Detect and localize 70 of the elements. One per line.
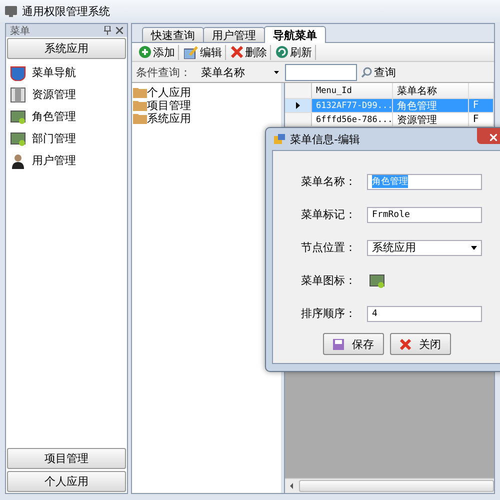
table-cell: F [473,114,479,125]
folder-icon [133,87,147,98]
field-label: 菜单图标： [301,273,357,288]
sidebar-item[interactable]: 用户管理 [30,152,76,169]
table-cell: 6132AF77-D99... [316,100,392,110]
close-icon [490,134,496,141]
sidebar-item[interactable]: 部门管理 [30,130,76,147]
dialog-button[interactable]: 保存 [323,333,384,355]
tree-node[interactable]: 个人应用 [147,85,191,100]
section-button[interactable]: 个人应用 [7,471,126,492]
scrollbar-thumb[interactable] [299,480,494,492]
table-cell-text: 角色管理 [397,100,437,112]
dropdown[interactable]: 系统应用 [367,240,482,256]
sidebar-item[interactable]: 角色管理 [30,108,76,125]
tab[interactable]: 导航菜单 [264,26,326,43]
filter-label: 条件查询： [136,64,191,80]
search-button[interactable]: 查询 [361,64,396,80]
close-icon[interactable] [116,27,123,34]
column-icon [10,86,26,102]
pin-icon[interactable] [104,26,111,35]
plus-icon [139,46,151,58]
close-icon [400,338,411,350]
field-label: 排序顺序： [301,306,357,321]
sidebar-item[interactable]: 菜单导航 [30,64,76,81]
dialog-button[interactable]: 关闭 [390,333,451,355]
search-field[interactable] [285,64,357,80]
toolbar-button[interactable]: 删除 [228,44,271,60]
dialog-icon [274,134,285,144]
column-header[interactable]: Menu_Id [316,86,352,96]
input-field[interactable]: FrmRole [367,206,482,222]
image-icon [10,108,26,124]
column-header[interactable]: 菜单名称 [397,84,437,98]
app-icon [5,6,17,16]
image-icon [369,272,385,288]
dialog-title: 菜单信息-编辑 [290,132,360,146]
tree-node[interactable]: 系统应用 [147,111,191,126]
row-header[interactable] [285,99,312,112]
sidebar-item[interactable]: 资源管理 [30,86,76,103]
tree-node[interactable]: 项目管理 [147,98,191,113]
dropdown-arrow-icon [274,70,279,74]
image-icon [10,130,26,146]
close-button[interactable] [477,128,500,144]
search-icon [361,66,372,78]
folder-icon [133,100,147,111]
folder-icon [133,113,147,124]
edit-icon [184,46,198,58]
table-row[interactable]: 6fffd56e-786... 资源管理 F [285,113,494,127]
save-icon [333,338,344,350]
delete-icon [231,46,243,58]
shield-icon [10,64,26,80]
refresh-icon [276,46,288,58]
table-cell: 6fffd56e-786... [316,114,392,124]
field-label: 节点位置： [301,240,357,255]
toolbar-button[interactable]: 编辑 [181,44,226,60]
table-cell-text: 资源管理 [397,114,437,126]
window-title: 通用权限管理系统 [22,4,110,18]
panel-title: 菜单 [10,24,31,38]
user-icon [10,152,26,168]
toolbar-button[interactable]: 添加 [136,44,179,60]
section-button[interactable]: 项目管理 [7,448,126,469]
tab[interactable]: 用户管理 [203,27,265,42]
field-label: 菜单名称： [301,174,357,189]
input-field[interactable]: 4 [367,306,482,322]
field-label: 菜单标记： [301,207,357,222]
section-button[interactable]: 系统应用 [7,38,126,59]
toolbar-button[interactable]: 刷新 [273,44,316,60]
table-cell: F [473,100,479,111]
row-pointer-icon [296,102,300,109]
dropdown-arrow-icon [471,246,477,250]
tab[interactable]: 快速查询 [142,27,204,42]
